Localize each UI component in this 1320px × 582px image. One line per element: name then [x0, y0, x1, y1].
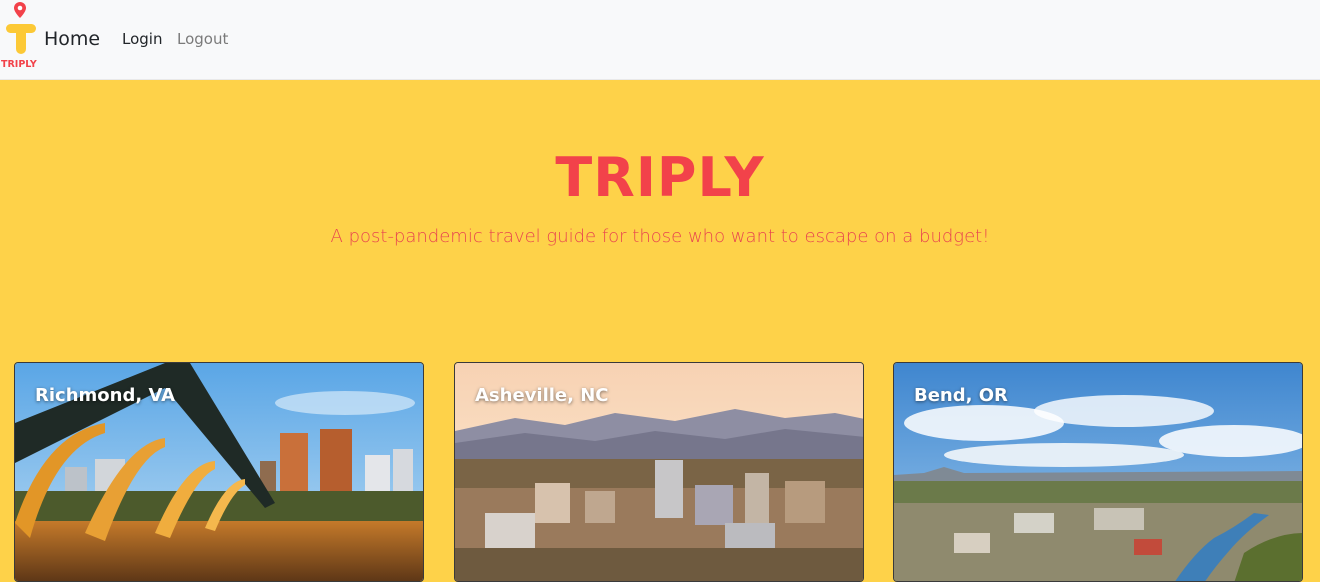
home-link[interactable]: Home [44, 25, 100, 53]
triply-logo-icon: TRIPLY [1, 2, 37, 70]
login-link[interactable]: Login [122, 28, 162, 50]
hero-title: TRIPLY [555, 146, 765, 209]
navbar: TRIPLY Home Login Logout [0, 0, 1320, 80]
destination-card-richmond[interactable]: Richmond, VA [14, 362, 424, 582]
hero-banner: TRIPLY A post-pandemic travel guide for … [0, 81, 1320, 361]
destination-card-asheville[interactable]: Asheville, NC [454, 362, 864, 582]
destination-card-bend[interactable]: Bend, OR [893, 362, 1303, 582]
svg-text:TRIPLY: TRIPLY [1, 59, 37, 70]
logout-link[interactable]: Logout [177, 28, 228, 50]
card-title[interactable]: Bend, OR [914, 385, 1008, 406]
card-title[interactable]: Richmond, VA [35, 385, 175, 406]
card-title[interactable]: Asheville, NC [475, 385, 609, 406]
hero-subtitle: A post-pandemic travel guide for those w… [330, 226, 990, 247]
brand-logo[interactable]: TRIPLY [0, 0, 44, 72]
